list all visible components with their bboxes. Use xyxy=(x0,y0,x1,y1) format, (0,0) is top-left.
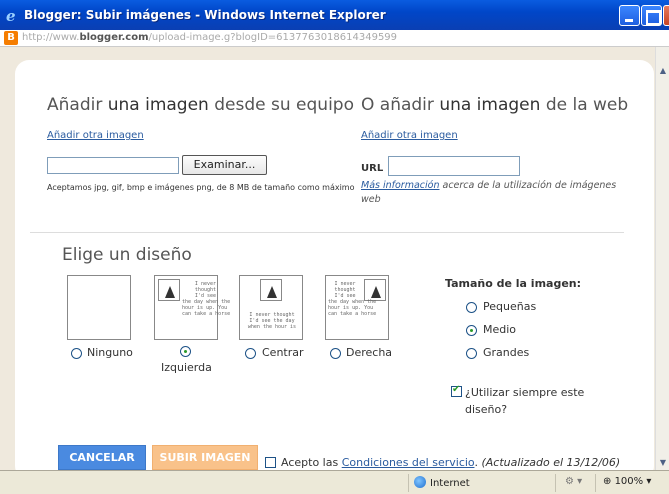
local-add-another-link[interactable]: Añadir otra imagen xyxy=(47,130,144,141)
url-input[interactable] xyxy=(388,156,520,176)
window-titlebar: e Blogger: Subir imágenes - Windows Inte… xyxy=(0,0,669,30)
status-bar: Internet ⚙ ▾ ⊕ 100% ▾ xyxy=(0,470,669,494)
layout-label-right: Derecha xyxy=(346,346,393,359)
protected-mode-icon[interactable]: ⚙ ▾ xyxy=(565,476,582,487)
tree-image-icon xyxy=(364,279,386,301)
security-zone[interactable]: Internet xyxy=(414,476,470,489)
section-divider xyxy=(30,232,624,233)
layout-radio-center[interactable] xyxy=(245,348,256,359)
address-bar[interactable]: B http://www.blogger.com/upload-image.g?… xyxy=(0,30,669,47)
scroll-down-icon[interactable]: ▼ xyxy=(657,457,669,469)
layout-heading: Elige un diseño xyxy=(62,245,192,265)
upload-image-button[interactable]: SUBIR IMAGEN xyxy=(152,445,258,470)
accept-terms-text: Acepto las Condiciones del servicio. (Ac… xyxy=(281,456,621,469)
layout-label-none: Ninguno xyxy=(87,346,133,359)
web-upload-heading: O añadir una imagen de la web xyxy=(361,95,629,115)
status-separator xyxy=(408,474,409,492)
status-separator xyxy=(595,474,596,492)
status-separator xyxy=(555,474,556,492)
size-label-medium: Medio xyxy=(483,323,517,336)
size-label-small: Pequeñas xyxy=(483,300,537,313)
tree-image-icon xyxy=(260,279,282,301)
size-radio-large[interactable] xyxy=(466,348,477,359)
address-url[interactable]: http://www.blogger.com/upload-image.g?bl… xyxy=(22,32,397,43)
tree-image-icon xyxy=(158,279,180,301)
layout-radio-left[interactable] xyxy=(180,346,191,357)
layout-thumb-center[interactable]: I never thought I'd see the day when the… xyxy=(239,275,303,340)
layout-radio-none[interactable] xyxy=(71,348,82,359)
scroll-up-icon[interactable]: ▲ xyxy=(657,65,669,77)
image-size-heading: Tamaño de la imagen: xyxy=(445,277,582,290)
close-button[interactable] xyxy=(663,5,669,26)
always-use-label: ¿Utilizar siempre este diseño? xyxy=(465,386,585,416)
size-radio-medium[interactable] xyxy=(466,325,477,336)
local-upload-heading: Añadir una imagen desde su equipo xyxy=(47,95,354,115)
cancel-button[interactable]: CANCELAR xyxy=(58,445,146,470)
layout-thumb-none[interactable] xyxy=(67,275,131,340)
terms-of-service-link[interactable]: Condiciones del servicio xyxy=(342,456,475,469)
size-radio-small[interactable] xyxy=(466,302,477,313)
internet-globe-icon xyxy=(414,476,426,488)
zoom-level[interactable]: ⊕ 100% ▾ xyxy=(603,476,651,487)
layout-label-center: Centrar xyxy=(262,346,304,359)
accepted-formats-note: Aceptamos jpg, gif, bmp e imágenes png, … xyxy=(47,183,355,192)
more-info-text: Más información acerca de la utilización… xyxy=(361,180,617,205)
zoom-icon: ⊕ xyxy=(603,476,615,487)
thumb-placeholder-text: I never thought I'd see the day when the… xyxy=(247,312,297,330)
accept-terms-checkbox[interactable] xyxy=(265,457,276,468)
maximize-button[interactable] xyxy=(641,5,662,26)
web-add-another-link[interactable]: Añadir otra imagen xyxy=(361,130,458,141)
thumb-placeholder-text: I never thought I'd see the day when the… xyxy=(182,281,230,317)
internet-explorer-icon: e xyxy=(6,7,16,25)
blogger-icon: B xyxy=(4,31,18,45)
layout-thumb-right[interactable]: I never thought I'd see the day when the… xyxy=(325,275,389,340)
layout-radio-right[interactable] xyxy=(330,348,341,359)
vertical-scrollbar[interactable]: ▲ ▼ xyxy=(655,47,669,470)
window-title: Blogger: Subir imágenes - Windows Intern… xyxy=(24,8,386,22)
thumb-placeholder-text: I never thought I'd see the day when the… xyxy=(328,281,377,317)
more-info-link[interactable]: Más información xyxy=(361,180,439,191)
minimize-button[interactable] xyxy=(619,5,640,26)
url-label: URL xyxy=(361,163,384,174)
browse-button[interactable]: Examinar... xyxy=(182,155,267,175)
layout-label-left: Izquierda xyxy=(161,361,212,374)
file-path-input[interactable] xyxy=(47,157,179,174)
size-label-large: Grandes xyxy=(483,346,530,359)
layout-thumb-left[interactable]: I never thought I'd see the day when the… xyxy=(154,275,230,340)
